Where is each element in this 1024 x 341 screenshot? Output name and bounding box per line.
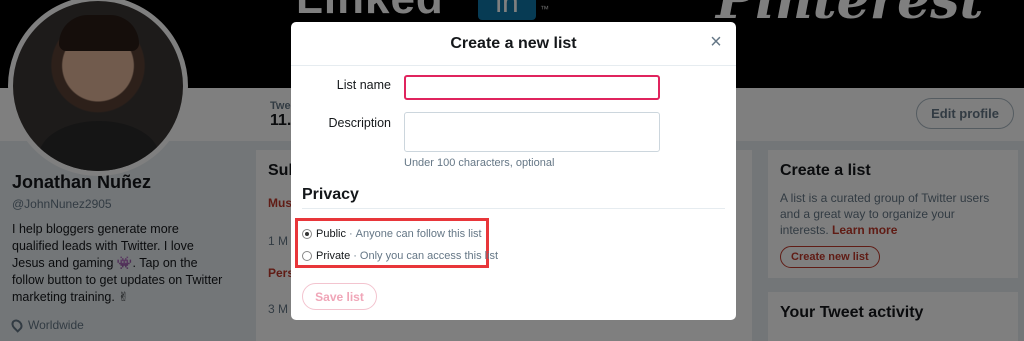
public-radio[interactable] [302, 229, 312, 239]
private-option-label: Private [316, 250, 351, 262]
create-list-dialog: Create a new list × List name Descriptio… [291, 22, 736, 320]
privacy-divider [302, 208, 725, 209]
option-separator: · [353, 250, 357, 262]
dialog-title: Create a new list [450, 35, 577, 52]
save-list-button[interactable]: Save list [302, 283, 377, 310]
private-option-desc: Only you can access this list [359, 250, 499, 262]
description-input[interactable] [404, 112, 660, 152]
privacy-option-public[interactable]: Public · Anyone can follow this list [302, 228, 482, 240]
description-label: Description [328, 116, 391, 130]
privacy-option-private[interactable]: Private · Only you can access this list [302, 250, 498, 262]
close-icon[interactable]: × [706, 32, 726, 52]
description-hint: Under 100 characters, optional [404, 157, 555, 169]
list-name-input[interactable] [404, 75, 660, 100]
public-option-label: Public [316, 228, 346, 240]
option-separator: · [348, 228, 353, 240]
privacy-heading: Privacy [302, 186, 359, 203]
list-name-label: List name [336, 78, 391, 92]
dialog-header: Create a new list × [291, 22, 736, 66]
private-radio[interactable] [302, 251, 312, 261]
public-option-desc: Anyone can follow this list [355, 228, 482, 240]
